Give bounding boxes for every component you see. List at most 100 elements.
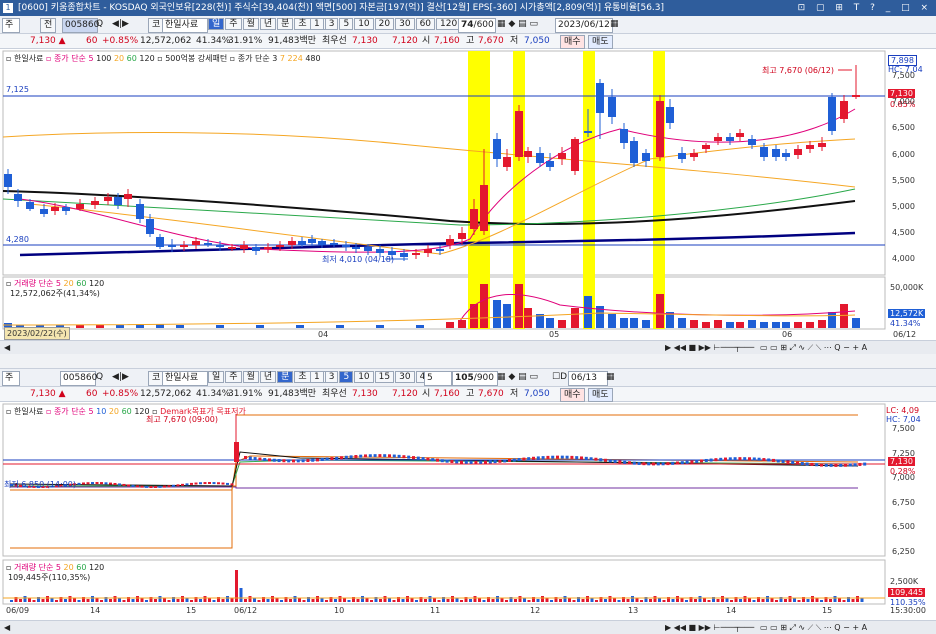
calendar-icon[interactable]: ▦: [606, 371, 615, 384]
candle-body: [791, 461, 795, 465]
count-field[interactable]: 74/600: [458, 18, 496, 33]
volume-bar: [163, 598, 166, 602]
stock-code-input[interactable]: 005860: [60, 371, 97, 386]
candle-body: [620, 129, 628, 143]
count-field[interactable]: 105/900: [452, 371, 498, 386]
scroll-left-icon[interactable]: ◀: [4, 342, 10, 353]
volume-bar: [608, 596, 612, 602]
period-button-주[interactable]: 주: [225, 371, 242, 383]
volume-bar: [500, 598, 504, 602]
volume-bar: [100, 600, 103, 602]
date-field[interactable]: 2023/06/12: [555, 18, 613, 33]
period-button-주[interactable]: 주: [225, 18, 242, 30]
volume-bar: [558, 320, 566, 328]
minute-button-5[interactable]: 5: [339, 371, 354, 383]
stock-name-field[interactable]: 한일사료: [162, 18, 208, 33]
y-tick: 5,500: [892, 175, 915, 185]
zoom-controls[interactable]: ▭ ▭ ⊞ ⤢ ∿ ⟋ ⟍ ⋯ Q − + A: [760, 622, 867, 633]
minute-button-1[interactable]: 1: [310, 18, 324, 30]
candle-body: [608, 459, 612, 463]
minute-button-60[interactable]: 60: [415, 18, 436, 30]
buy-button[interactable]: 매수: [560, 35, 585, 49]
candle-body: [806, 145, 814, 149]
sell-button[interactable]: 매도: [588, 35, 613, 49]
chart-tool-icons[interactable]: ▦ ◆ ▤ ▭: [497, 371, 538, 384]
scroll-controls[interactable]: ▶ ◀◀ ■ ▶▶ ⊢───┬───: [665, 342, 754, 353]
candle-body: [145, 485, 148, 488]
minute-button-1[interactable]: 1: [310, 371, 324, 383]
window-controls[interactable]: ⊡ ▢ ⊞ T ? _ □ ×: [798, 0, 932, 16]
minute-button-15[interactable]: 15: [374, 371, 395, 383]
candle-body: [276, 245, 284, 247]
sell-button[interactable]: 매도: [588, 388, 613, 402]
day-checkbox[interactable]: ☐D: [552, 371, 567, 384]
candle-body: [570, 455, 574, 459]
volume-bar: [852, 318, 860, 328]
bottom-toolbar: 주 005860 Q ◀|▶ 코 한일사료 일주월년분초틱 1351015304…: [0, 369, 936, 387]
period-button-월[interactable]: 월: [242, 18, 259, 30]
mode-select[interactable]: 주: [2, 18, 20, 33]
candle-body: [158, 485, 162, 488]
search-icon[interactable]: Q: [96, 371, 103, 384]
candle-body: [131, 484, 135, 487]
period-button-년[interactable]: 년: [259, 371, 277, 383]
scroll-left-icon[interactable]: ◀: [4, 622, 10, 633]
minute-button-30[interactable]: 30: [395, 18, 415, 30]
candle-body: [91, 482, 94, 485]
date-field[interactable]: 06/13: [568, 371, 608, 386]
chart-tool-icons[interactable]: ▦ ◆ ▤ ▭: [497, 18, 538, 31]
volume-bar: [568, 598, 571, 602]
candle-body: [647, 462, 651, 466]
prev-next-arrows[interactable]: ◀|▶: [112, 18, 129, 31]
candle-body: [630, 141, 638, 163]
candle-body: [575, 456, 579, 460]
candle-body: [140, 485, 144, 488]
top-scrollbar[interactable]: ◀ ▶ ◀◀ ■ ▶▶ ⊢───┬─── ▭ ▭ ⊞ ⤢ ∿ ⟋ ⟍ ⋯ Q −…: [0, 340, 936, 354]
minute-button-3[interactable]: 3: [324, 18, 339, 30]
zoom-controls[interactable]: ▭ ▭ ⊞ ⤢ ∿ ⟋ ⟍ ⋯ Q − + A: [760, 342, 867, 353]
volume-bar: [113, 596, 117, 602]
volume-bar: [298, 598, 301, 602]
candle-body: [100, 482, 103, 485]
period-button-일[interactable]: 일: [208, 18, 225, 30]
scroll-controls[interactable]: ▶ ◀◀ ■ ▶▶ ⊢───┬───: [665, 622, 754, 633]
minute-button-5[interactable]: 5: [339, 18, 354, 30]
priority-label: 최우선: [322, 389, 347, 399]
period-button-분[interactable]: 분: [277, 371, 294, 383]
candle-body: [342, 245, 350, 247]
period-button-초[interactable]: 초: [294, 18, 311, 30]
minute-button-10[interactable]: 10: [354, 371, 374, 383]
candle-body: [565, 455, 569, 459]
ask-price: 7,130: [352, 389, 378, 399]
candle-body: [455, 460, 459, 464]
period-button-분[interactable]: 분: [277, 18, 294, 30]
search-icon[interactable]: Q: [96, 18, 103, 31]
candle-body: [719, 457, 723, 461]
candle-body: [190, 482, 193, 485]
candle-body: [407, 455, 411, 459]
left-price-line-label: 4,280: [6, 235, 29, 244]
mode-select[interactable]: 주: [2, 371, 20, 386]
minute-button-20[interactable]: 20: [374, 18, 395, 30]
period-button-초[interactable]: 초: [294, 371, 311, 383]
volume-bar: [446, 322, 454, 328]
minute-button-10[interactable]: 10: [354, 18, 374, 30]
interval-select[interactable]: 5: [424, 371, 452, 386]
volume-bar: [649, 599, 652, 602]
buy-button[interactable]: 매수: [560, 388, 585, 402]
stock-name-field[interactable]: 한일사료: [162, 371, 208, 386]
all-button[interactable]: 전: [40, 18, 57, 33]
candle-body: [86, 482, 90, 485]
y-tick: 5,000: [892, 202, 915, 211]
prev-next-arrows[interactable]: ◀|▶: [112, 371, 129, 384]
stock-code-input[interactable]: 005860: [62, 18, 99, 33]
period-button-년[interactable]: 년: [259, 18, 277, 30]
bottom-scrollbar[interactable]: ◀ ▶ ◀◀ ■ ▶▶ ⊢───┬─── ▭ ▭ ⊞ ⤢ ∿ ⟋ ⟍ ⋯ Q −…: [0, 620, 936, 634]
period-button-월[interactable]: 월: [242, 371, 259, 383]
minute-button-3[interactable]: 3: [324, 371, 339, 383]
minute-button-30[interactable]: 30: [395, 371, 415, 383]
candle-body: [676, 461, 679, 465]
volume-bar: [782, 322, 790, 328]
period-button-일[interactable]: 일: [208, 371, 225, 383]
calendar-icon[interactable]: ▦: [610, 18, 619, 31]
